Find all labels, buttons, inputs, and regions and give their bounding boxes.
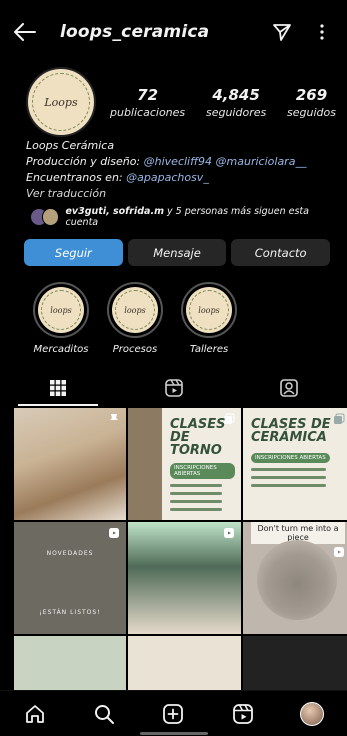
stat-following-label: seguidos — [287, 105, 336, 119]
bio-find-us-prefix: Encuentranos en: — [26, 171, 127, 184]
bottom-navigation — [0, 690, 347, 736]
followed-by-names: ev3guti, sofrida.m — [65, 206, 164, 217]
highlight-talleres[interactable]: loops Talleres — [172, 282, 246, 355]
highlight-cover-text: loops — [50, 305, 72, 315]
post-badge: INSCRIPCIONES ABIERTAS — [170, 463, 235, 479]
bio-mention-hivecliff[interactable]: @hivecliff94 — [144, 155, 212, 168]
highlight-cover-text: loops — [124, 305, 146, 315]
followed-by[interactable]: ev3guti, sofrida.m y 5 personas más sigu… — [30, 206, 340, 228]
stat-followers[interactable]: 4,845 seguidores — [206, 86, 266, 119]
highlight-label: Mercaditos — [33, 344, 89, 355]
grid-post[interactable]: CLASES DE CERÁMICA INSCRIPCIONES ABIERTA… — [243, 408, 347, 520]
highlight-label: Talleres — [189, 344, 229, 355]
grid-post[interactable] — [14, 408, 126, 520]
reels-icon — [164, 379, 183, 397]
profile-stats: 72 publicaciones 4,845 seguidores 269 se… — [110, 86, 336, 119]
stat-followers-count: 4,845 — [212, 85, 260, 104]
highlight-procesos[interactable]: loops Procesos — [98, 282, 172, 355]
post-bowl-image — [257, 540, 337, 620]
nav-reels[interactable] — [223, 694, 263, 734]
top-bar: loops_ceramica — [0, 0, 347, 64]
grid-post[interactable] — [128, 522, 241, 634]
reel-icon — [224, 528, 234, 538]
more-vertical-icon[interactable] — [309, 19, 335, 45]
reel-icon — [109, 528, 119, 538]
search-icon — [95, 704, 115, 724]
highlight-cover: loops — [112, 287, 158, 333]
profile-tabs — [0, 370, 347, 406]
tab-grid[interactable] — [0, 370, 116, 406]
grid-post[interactable]: NOVEDADES ¡ESTÁN LISTOS! — [14, 522, 126, 634]
stat-posts-count: 72 — [137, 85, 159, 104]
stat-following-count: 269 — [295, 85, 328, 104]
grid-icon — [49, 380, 66, 396]
home-icon — [25, 704, 44, 723]
post-title: CLASES DE CERÁMICA — [251, 417, 331, 445]
follower-avatar — [41, 208, 60, 226]
bio-find-us: Encuentranos en: @apapachosv_ — [26, 170, 336, 186]
profile-username: loops_ceramica — [60, 22, 210, 42]
nav-search[interactable] — [84, 694, 124, 734]
pinned-icon — [110, 414, 118, 424]
my-avatar — [300, 701, 325, 726]
post-title: CLASES DE TORNO — [170, 417, 226, 458]
contact-button[interactable]: Contacto — [231, 239, 331, 266]
stat-followers-label: seguidores — [205, 105, 267, 119]
nav-profile[interactable] — [292, 694, 332, 734]
posts-grid: CLASES DE TORNO INSCRIPCIONES ABIERTAS C… — [14, 408, 347, 690]
profile-bio: Loops Cerámica Producción y diseño: @hiv… — [26, 138, 336, 202]
bio-credits: Producción y diseño: @hivecliff94 @mauri… — [26, 154, 336, 170]
stat-following[interactable]: 269 seguidos — [287, 86, 336, 119]
avatar-logo-text: Loops — [44, 95, 78, 109]
tagged-icon — [280, 379, 298, 397]
stat-posts[interactable]: 72 publicaciones — [110, 86, 185, 119]
nav-create[interactable] — [153, 694, 193, 734]
post-poster: CLASES DE CERÁMICA INSCRIPCIONES ABIERTA… — [251, 418, 345, 487]
highlight-cover: loops — [38, 287, 84, 333]
see-translation-link[interactable]: Ver traducción — [26, 186, 336, 202]
nav-home[interactable] — [15, 694, 55, 734]
post-poster: CLASES DE TORNO INSCRIPCIONES ABIERTAS — [170, 418, 235, 511]
grid-post[interactable]: Don't turn me into a piece — [243, 522, 347, 634]
message-button[interactable]: Mensaje — [127, 239, 227, 266]
grid-post[interactable] — [128, 636, 241, 690]
bio-mention-apapacho[interactable]: @apapachosv_ — [126, 171, 209, 184]
profile-header: Loops 72 publicaciones 4,845 seguidores … — [26, 66, 336, 138]
home-indicator — [140, 732, 208, 735]
bio-credits-prefix: Producción y diseño: — [26, 155, 144, 168]
highlight-label: Procesos — [112, 344, 158, 355]
highlight-cover-text: loops — [198, 305, 220, 315]
reels-icon — [232, 703, 253, 724]
profile-actions: Seguir Mensaje Contacto — [24, 239, 331, 266]
add-post-icon — [163, 703, 184, 724]
follow-button[interactable]: Seguir — [24, 239, 123, 266]
bio-mention-mauriciolara[interactable]: @mauriciolara__ — [216, 155, 307, 168]
direct-message-icon[interactable] — [269, 19, 295, 45]
grid-post[interactable]: CLASES DE TORNO INSCRIPCIONES ABIERTAS — [128, 408, 241, 520]
bio-name: Loops Cerámica — [26, 139, 115, 152]
followed-by-text: ev3guti, sofrida.m y 5 personas más sigu… — [65, 206, 340, 228]
tab-tagged[interactable] — [231, 370, 347, 406]
highlight-cover: loops — [186, 287, 232, 333]
post-overlay-bottom: ¡ESTÁN LISTOS! — [39, 609, 101, 616]
post-badge: INSCRIPCIONES ABIERTAS — [251, 453, 330, 463]
grid-post[interactable] — [14, 636, 126, 690]
post-overlay-top: NOVEDADES — [46, 550, 94, 557]
tab-reels[interactable] — [116, 370, 232, 406]
grid-post[interactable] — [243, 636, 347, 690]
story-highlights: loops Mercaditos loops Procesos loops Ta… — [24, 282, 324, 355]
stat-posts-label: publicaciones — [110, 105, 186, 119]
back-arrow-icon[interactable] — [12, 19, 38, 45]
profile-avatar[interactable]: Loops — [26, 67, 96, 137]
highlight-mercaditos[interactable]: loops Mercaditos — [24, 282, 98, 355]
reel-icon — [334, 547, 344, 557]
